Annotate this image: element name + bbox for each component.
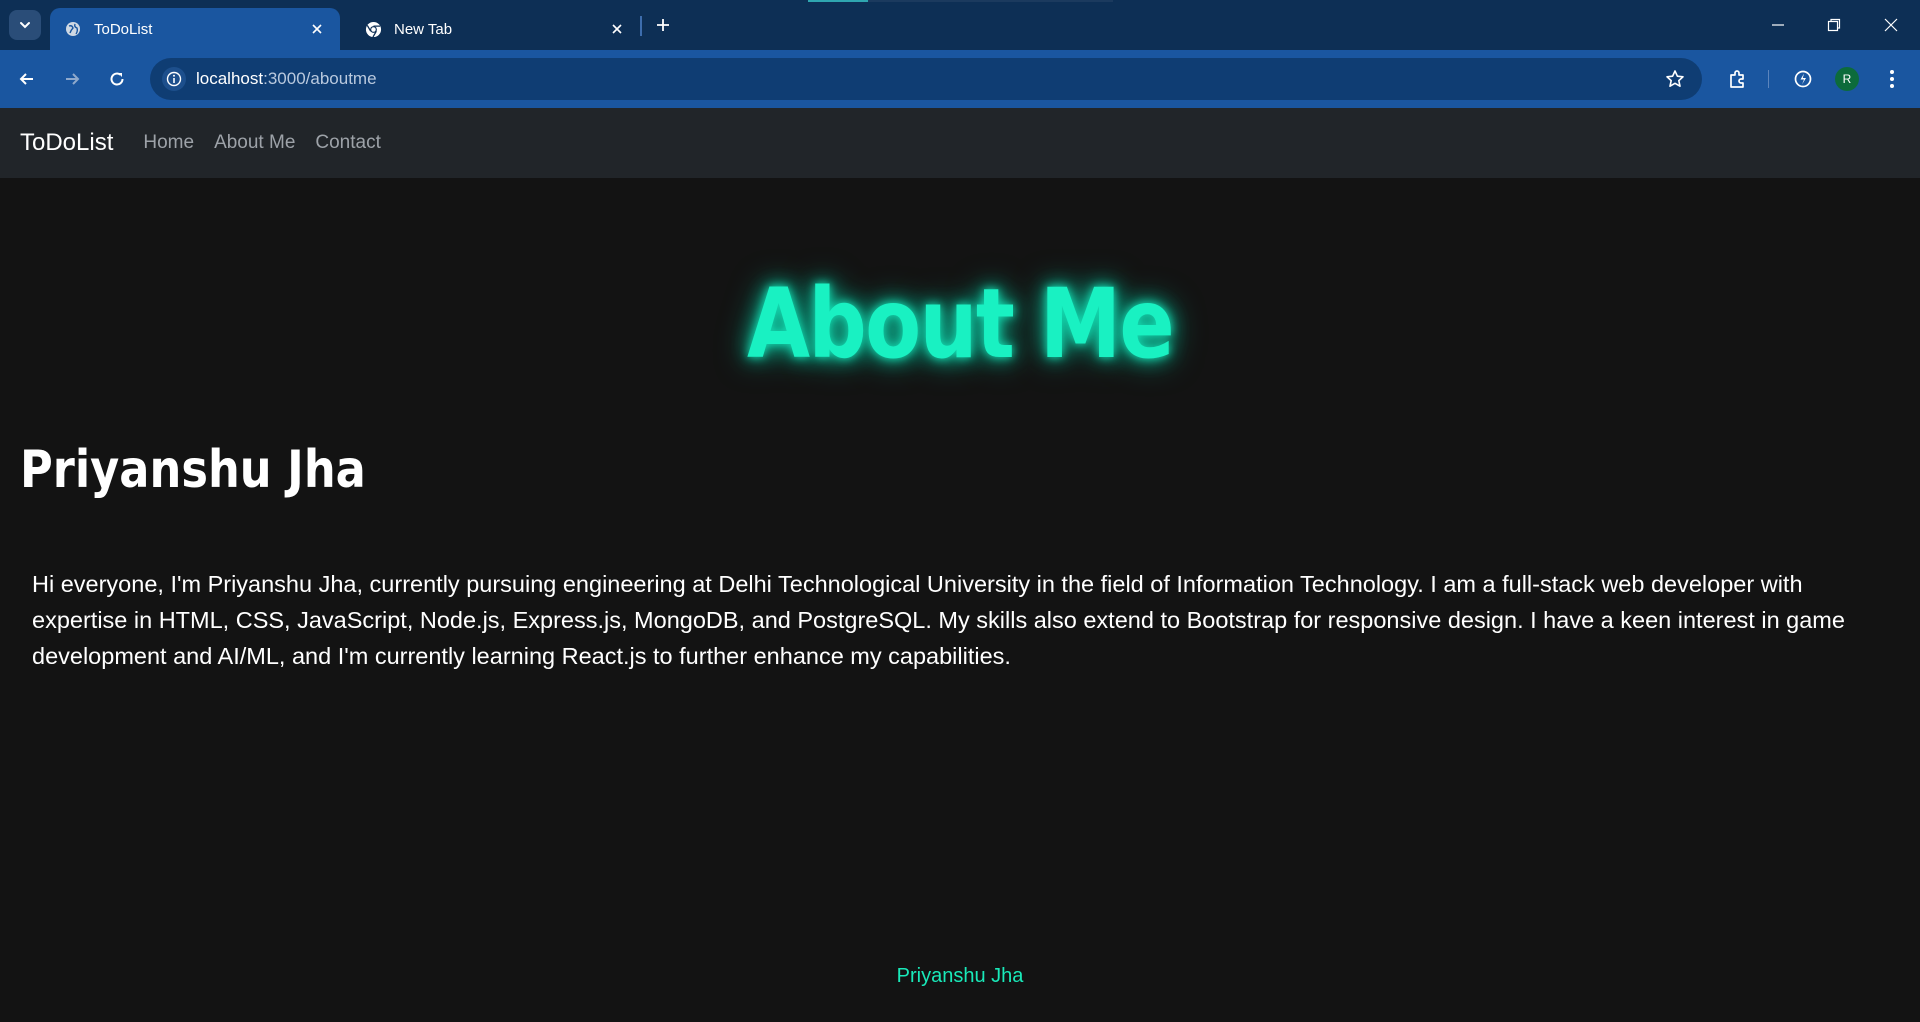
page-footer: Priyanshu Jha: [896, 965, 1024, 987]
tab-search-button[interactable]: [9, 10, 41, 40]
url-host: localhost: [196, 69, 264, 88]
profile-avatar[interactable]: R: [1835, 67, 1859, 91]
tab-todolist[interactable]: ToDoList: [50, 8, 340, 50]
nav-link-about-me[interactable]: About Me: [214, 132, 295, 154]
tab-title: New Tab: [394, 20, 453, 38]
minimize-icon: [1772, 24, 1784, 26]
close-tab-icon[interactable]: [306, 18, 328, 40]
page-content: About Me Priyanshu Jha Hi everyone, I'm …: [0, 178, 1920, 1022]
browser-toolbar: localhost:3000/aboutme: [0, 50, 1920, 108]
more-vert-icon: [1890, 70, 1894, 88]
nav-link-home[interactable]: Home: [143, 132, 194, 154]
loading-track: [868, 0, 1113, 2]
puzzle-icon: [1730, 70, 1744, 88]
tab-separator: [640, 16, 642, 36]
toolbar-divider: [1768, 70, 1769, 88]
chevron-down-icon: [20, 22, 30, 29]
author-name: Priyanshu Jha: [20, 440, 366, 500]
site-navbar: ToDoList Home About Me Contact: [0, 108, 1920, 178]
site-info-icon[interactable]: [162, 67, 186, 91]
browser-tab-strip: ToDoList New Tab: [0, 0, 1920, 50]
url-path: :3000/aboutme: [263, 69, 377, 88]
tab-title: ToDoList: [94, 20, 153, 38]
back-button[interactable]: [12, 64, 42, 94]
bookmark-star-icon[interactable]: [1664, 68, 1686, 90]
plus-icon: [657, 19, 669, 31]
close-tab-icon[interactable]: [606, 18, 628, 40]
tab-new-tab[interactable]: New Tab: [350, 8, 640, 50]
reload-icon: [110, 72, 124, 86]
navbar-brand[interactable]: ToDoList: [20, 129, 113, 157]
restore-button[interactable]: [1814, 10, 1854, 40]
extensions-button[interactable]: [1722, 64, 1752, 94]
restore-icon: [1827, 18, 1841, 32]
globe-icon: [64, 20, 82, 38]
page-title: About Me: [746, 268, 1175, 380]
menu-button[interactable]: [1877, 64, 1907, 94]
performance-button[interactable]: [1788, 64, 1818, 94]
close-icon: [1884, 18, 1898, 32]
address-bar[interactable]: localhost:3000/aboutme: [150, 58, 1702, 100]
arrow-right-icon: [66, 73, 80, 85]
url-text: localhost:3000/aboutme: [196, 69, 377, 89]
minimize-button[interactable]: [1758, 10, 1798, 40]
close-window-button[interactable]: [1871, 10, 1911, 40]
speed-icon: [1794, 70, 1812, 88]
arrow-left-icon: [19, 73, 33, 85]
bio-paragraph: Hi everyone, I'm Priyanshu Jha, currentl…: [32, 571, 1845, 669]
nav-link-contact[interactable]: Contact: [315, 132, 380, 154]
reload-button[interactable]: [102, 64, 132, 94]
forward-button[interactable]: [57, 64, 87, 94]
chrome-icon: [364, 20, 382, 38]
loading-indicator: [808, 0, 868, 2]
new-tab-button[interactable]: [650, 12, 676, 38]
